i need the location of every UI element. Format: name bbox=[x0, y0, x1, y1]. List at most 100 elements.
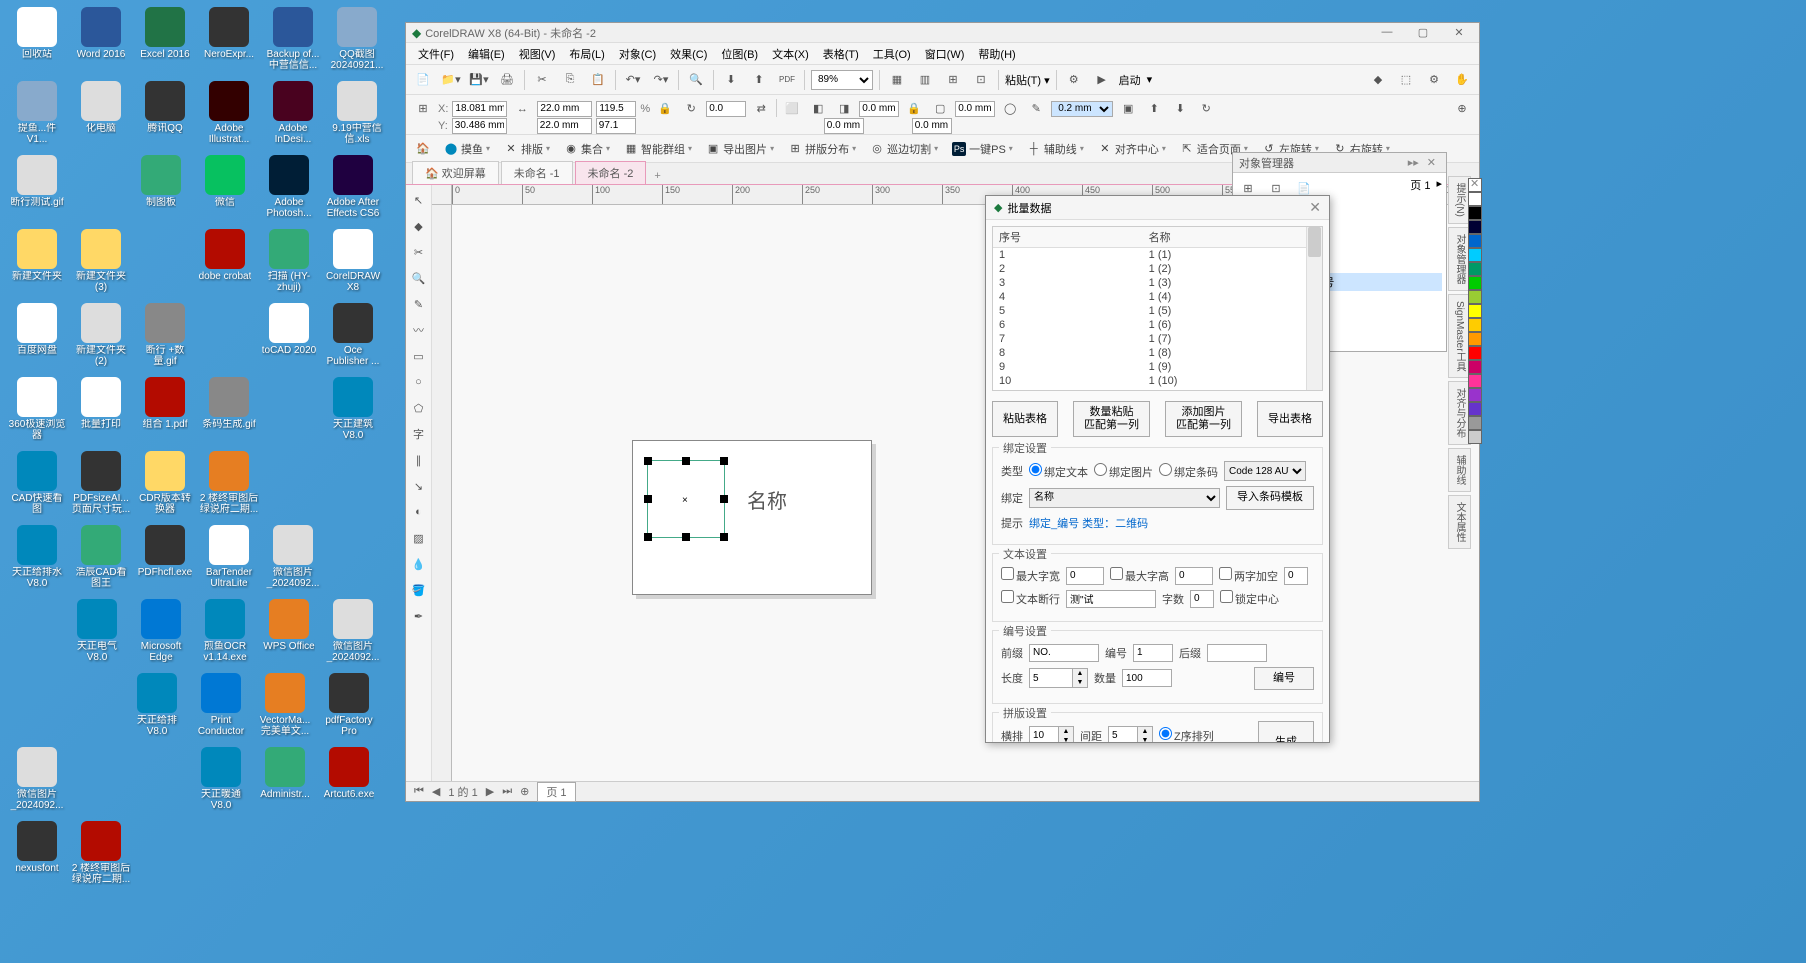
ribbon-导出图片[interactable]: ▣导出图片▾ bbox=[702, 139, 778, 159]
launch-button[interactable]: ▶ bbox=[1091, 69, 1113, 91]
batch-paste-button[interactable]: 数量粘贴匹配第一列 bbox=[1073, 401, 1150, 437]
h-count-spinner[interactable]: ▲▼ bbox=[1029, 726, 1074, 742]
handle-bl[interactable] bbox=[644, 533, 652, 541]
color-swatch[interactable] bbox=[1468, 220, 1482, 234]
eyedropper-tool[interactable]: 💧 bbox=[407, 552, 431, 576]
color-swatch[interactable] bbox=[1468, 248, 1482, 262]
handle-br[interactable] bbox=[720, 533, 728, 541]
sx-input[interactable] bbox=[596, 101, 636, 117]
desktop-icon[interactable]: 回收站 bbox=[7, 7, 67, 77]
desktop-icon[interactable]: CorelDRAW X8 bbox=[323, 229, 383, 299]
menu-item[interactable]: 视图(V) bbox=[513, 44, 562, 64]
add-image-button[interactable]: 添加图片匹配第一列 bbox=[1165, 401, 1242, 437]
length-spinner[interactable]: ▲▼ bbox=[1029, 668, 1088, 688]
desktop-icon[interactable]: 提鱼...件 V1... bbox=[7, 81, 67, 151]
ribbon-排版[interactable]: ✕排版▾ bbox=[500, 139, 554, 159]
add-tab-button[interactable]: + bbox=[648, 168, 666, 184]
grid-button[interactable]: ⊞ bbox=[942, 69, 964, 91]
desktop-icon[interactable]: PDFsizeAI...页面尺寸玩... bbox=[71, 451, 131, 521]
cut-button[interactable]: ✂ bbox=[531, 69, 553, 91]
desktop-icon[interactable]: 断行测试.gif bbox=[7, 155, 67, 225]
page-nav-last[interactable]: ⏭ bbox=[502, 785, 512, 798]
right-tab[interactable]: 辅助线 bbox=[1448, 448, 1471, 492]
oy-input[interactable] bbox=[824, 118, 864, 134]
handle-ml[interactable] bbox=[644, 495, 652, 503]
color-swatch[interactable] bbox=[1468, 290, 1482, 304]
ribbon-巡边切割[interactable]: ◎巡边切割▾ bbox=[866, 139, 942, 159]
table-scrollbar[interactable] bbox=[1306, 227, 1322, 390]
menu-item[interactable]: 对象(C) bbox=[613, 44, 662, 64]
table-row[interactable]: 21 (2) bbox=[993, 262, 1322, 276]
freehand-tool[interactable]: ✎ bbox=[407, 292, 431, 316]
ribbon-辅助线[interactable]: ┼辅助线▾ bbox=[1023, 139, 1088, 159]
max-w-input[interactable] bbox=[1066, 567, 1104, 585]
color-swatch[interactable] bbox=[1468, 430, 1482, 444]
wrap-input[interactable] bbox=[1066, 590, 1156, 608]
menu-item[interactable]: 布局(L) bbox=[563, 44, 610, 64]
gy-input[interactable] bbox=[912, 118, 952, 134]
menu-item[interactable]: 效果(C) bbox=[664, 44, 713, 64]
fill-tool[interactable]: 🪣 bbox=[407, 578, 431, 602]
drop-shadow-tool[interactable]: ◐ bbox=[407, 500, 431, 524]
spacing-check[interactable]: 两字加空 bbox=[1219, 567, 1278, 584]
transparency-tool[interactable]: ▨ bbox=[407, 526, 431, 550]
desktop-icon[interactable]: NeroExpr... bbox=[199, 7, 259, 77]
color-swatch[interactable] bbox=[1468, 346, 1482, 360]
shape-tool[interactable]: ◆ bbox=[407, 214, 431, 238]
bind-text-radio[interactable]: 绑定文本 bbox=[1029, 463, 1088, 480]
new-button[interactable]: 📄 bbox=[412, 69, 434, 91]
color-swatch[interactable] bbox=[1468, 262, 1482, 276]
desktop-icon[interactable]: 化电脑 bbox=[71, 81, 131, 151]
table-row[interactable]: 101 (10) bbox=[993, 374, 1322, 388]
desktop-icon[interactable]: VectorMa...完美单文... bbox=[255, 673, 315, 743]
y-input[interactable] bbox=[452, 118, 507, 134]
page-nav-prev[interactable]: ◀ bbox=[432, 785, 440, 798]
import-button[interactable]: ⬇ bbox=[720, 69, 742, 91]
page-nav-first[interactable]: ⏮ bbox=[414, 785, 424, 798]
export-table-button[interactable]: 导出表格 bbox=[1257, 401, 1323, 437]
desktop-icon[interactable]: dobe crobat bbox=[195, 229, 255, 299]
desktop-icon[interactable]: Print Conductor bbox=[191, 673, 251, 743]
desktop-icon[interactable]: 微信图片_2024092... bbox=[323, 599, 383, 669]
number-input[interactable] bbox=[1133, 644, 1173, 662]
desktop-icon[interactable]: 批量打印 bbox=[71, 377, 131, 447]
table-header[interactable]: 序号 bbox=[993, 227, 1143, 248]
rulers-button[interactable]: ▥ bbox=[914, 69, 936, 91]
handle-tr[interactable] bbox=[720, 457, 728, 465]
desktop-icon[interactable]: nexusfont bbox=[7, 821, 67, 891]
import-template-button[interactable]: 导入条码模板 bbox=[1226, 486, 1314, 509]
snap-button[interactable]: ◆ bbox=[1367, 69, 1389, 91]
print-button[interactable]: 🖨 bbox=[496, 69, 518, 91]
desktop-icon[interactable]: toCAD 2020 bbox=[259, 303, 319, 373]
desktop-icon[interactable]: Word 2016 bbox=[71, 7, 131, 77]
desktop-icon[interactable]: 天正电气 V8.0 bbox=[67, 599, 127, 669]
copy-button[interactable]: ⎘ bbox=[559, 69, 581, 91]
desktop-icon[interactable]: Oce Publisher ... bbox=[323, 303, 383, 373]
desktop-icon[interactable]: 微信 bbox=[195, 155, 255, 225]
export-button[interactable]: ⬆ bbox=[748, 69, 770, 91]
paste-dropdown[interactable]: 粘贴(T) ▾ bbox=[1005, 72, 1050, 88]
docker-expand-icon[interactable]: ▸▸ bbox=[1404, 156, 1423, 169]
desktop-icon[interactable]: Adobe Photosh... bbox=[259, 155, 319, 225]
desktop-icon[interactable]: 扫描 (HY-zhuji) bbox=[259, 229, 319, 299]
doc-tab[interactable]: 🏠欢迎屏幕 bbox=[412, 161, 499, 184]
desktop-icon[interactable]: Microsoft Edge bbox=[131, 599, 191, 669]
desktop-icon[interactable]: 2 楼终审图后绿说府二期... bbox=[71, 821, 131, 891]
table-row[interactable]: 91 (9) bbox=[993, 360, 1322, 374]
selection[interactable]: × bbox=[647, 460, 725, 538]
desktop-icon[interactable]: 浩辰CAD看图王 bbox=[71, 525, 131, 595]
dialog-titlebar[interactable]: ◆ 批量数据 ✕ bbox=[986, 196, 1329, 220]
launch-label[interactable]: 启动 bbox=[1119, 72, 1141, 88]
desktop-icon[interactable]: 天正暖通 V8.0 bbox=[191, 747, 251, 817]
handle-mr[interactable] bbox=[720, 495, 728, 503]
wrap-check[interactable]: 文本断行 bbox=[1001, 590, 1060, 607]
desktop-icon[interactable]: 条码生成.gif bbox=[199, 377, 259, 447]
desktop-icon[interactable]: Backup of...中营信信... bbox=[263, 7, 323, 77]
desktop-icon[interactable]: 新建文件夹 (2) bbox=[71, 303, 131, 373]
search-button[interactable]: 🔍 bbox=[685, 69, 707, 91]
ribbon-一键PS[interactable]: Ps一键PS▾ bbox=[948, 139, 1017, 159]
outline-tool[interactable]: ✒ bbox=[407, 604, 431, 628]
rectangle-tool[interactable]: ▭ bbox=[407, 344, 431, 368]
page-name[interactable]: 页 1 bbox=[1410, 177, 1430, 199]
count-input[interactable] bbox=[1122, 669, 1172, 687]
